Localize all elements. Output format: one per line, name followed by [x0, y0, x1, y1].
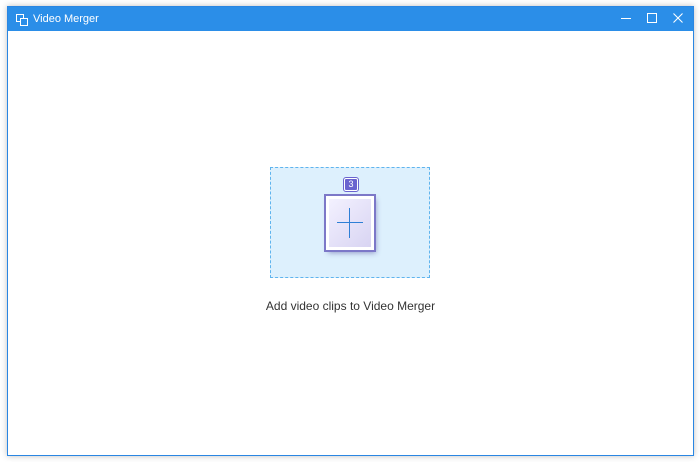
plus-icon-vertical — [349, 208, 350, 238]
add-video-button[interactable] — [324, 194, 376, 252]
title-bar[interactable]: Video Merger — [8, 7, 693, 31]
minimize-icon — [621, 10, 631, 28]
close-icon — [673, 10, 683, 28]
window-title: Video Merger — [33, 13, 99, 25]
maximize-button[interactable] — [639, 7, 665, 31]
close-button[interactable] — [665, 7, 691, 31]
add-clips-drop-zone[interactable]: 3 — [270, 167, 430, 278]
app-window: Video Merger 3 Add video clips to Video … — [7, 6, 694, 456]
add-clips-hint: Add video clips to Video Merger — [265, 299, 436, 313]
main-content: 3 Add video clips to Video Merger — [8, 31, 693, 455]
maximize-icon — [647, 10, 657, 28]
minimize-button[interactable] — [613, 7, 639, 31]
app-logo-icon — [16, 13, 28, 26]
plus-icon-horizontal — [337, 222, 363, 223]
clip-count-badge: 3 — [343, 177, 359, 192]
